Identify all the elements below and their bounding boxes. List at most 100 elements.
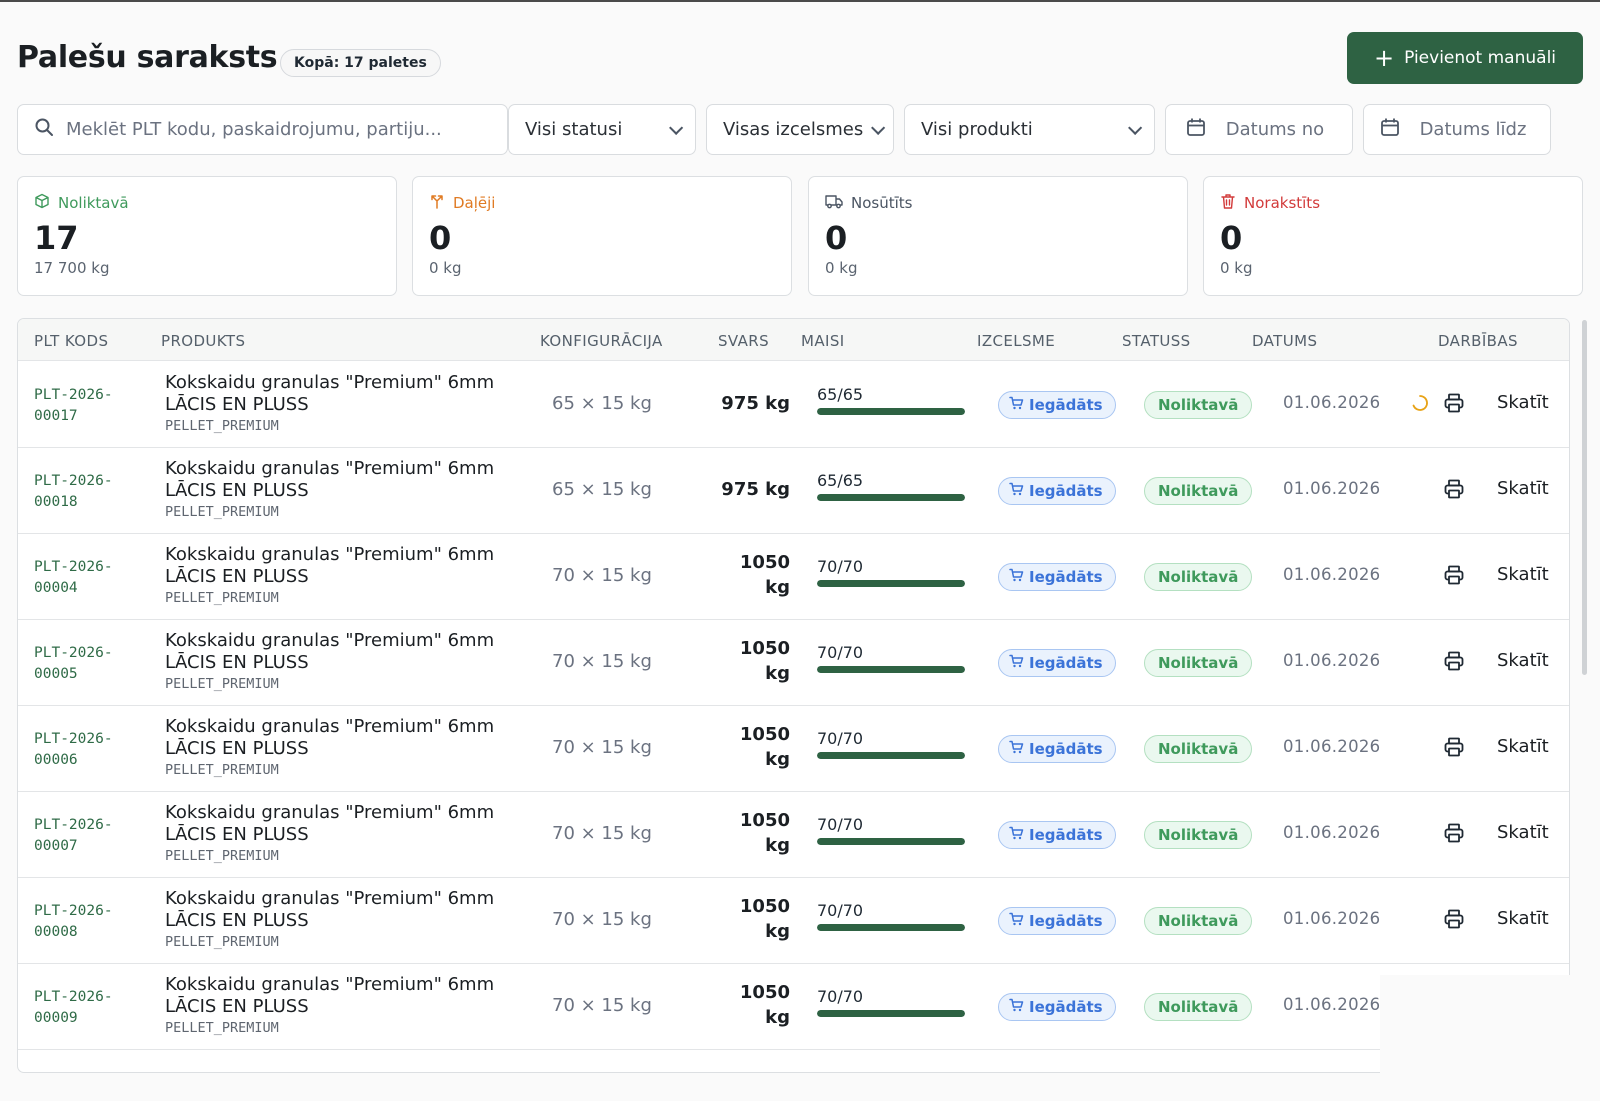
origin-badge: Iegādāts <box>998 993 1116 1021</box>
origin-badge: Iegādāts <box>998 907 1116 935</box>
date-to-placeholder: Datums līdz <box>1419 119 1527 140</box>
box-icon <box>34 193 50 213</box>
date: 01.06.2026 <box>1283 651 1381 670</box>
weight: 1050 kg <box>739 896 790 942</box>
pallet-code[interactable]: PLT-2026- 00007 <box>34 815 134 857</box>
bags-progress-fill <box>817 752 965 759</box>
print-icon[interactable] <box>1443 392 1465 418</box>
table-row[interactable]: PLT-2026- 00004 Kokskaidu granulas "Premi… <box>18 533 1569 620</box>
view-button[interactable]: Skatīt <box>1497 564 1549 585</box>
print-icon[interactable] <box>1443 564 1465 590</box>
add-manually-button[interactable]: + Pievienot manuāli <box>1347 32 1583 84</box>
table-row[interactable]: PLT-2026- 00005 Kokskaidu granulas "Premi… <box>18 619 1569 706</box>
bags-progress-fill <box>817 408 965 415</box>
pallet-code[interactable]: PLT-2026- 00004 <box>34 557 134 599</box>
product-name: Kokskaidu granulas "Premium" 6mm LĀCIS E… <box>165 974 495 1017</box>
product-code: PELLET_PREMIUM <box>165 418 279 434</box>
table-row[interactable]: PLT-2026- 00006 Kokskaidu granulas "Premi… <box>18 705 1569 792</box>
date-to-input[interactable]: Datums līdz <box>1363 104 1551 155</box>
print-icon[interactable] <box>1443 822 1465 848</box>
status-badge: Noliktavā <box>1144 477 1253 505</box>
origin-select[interactable]: Visas izcelsmes <box>706 104 894 155</box>
table-row[interactable]: PLT-2026- 00007 Kokskaidu granulas "Premi… <box>18 791 1569 878</box>
status-select[interactable]: Visi statusi <box>508 104 696 155</box>
view-button[interactable]: Skatīt <box>1497 908 1549 929</box>
cart-icon <box>1009 568 1024 586</box>
table-row[interactable]: PLT-2026- 00018 Kokskaidu granulas "Premi… <box>18 447 1569 534</box>
calendar-icon <box>1380 117 1400 142</box>
table-header: PLT KODS PRODUKTS KONFIGURĀCIJA SVARS MA… <box>18 319 1569 361</box>
pallet-code[interactable]: PLT-2026- 00018 <box>34 471 134 513</box>
status-badge: Noliktavā <box>1144 993 1253 1021</box>
page-title: Palešu saraksts <box>17 40 278 75</box>
configuration: 70 × 15 kg <box>552 995 652 1016</box>
bags-progress-bar <box>817 580 965 587</box>
search-input[interactable]: Meklēt PLT kodu, paskaidrojumu, partiju.… <box>17 104 508 155</box>
product-code: PELLET_PREMIUM <box>165 934 279 950</box>
date: 01.06.2026 <box>1283 737 1381 756</box>
stat-card-written-off[interactable]: Norakstīts 0 0 kg <box>1203 176 1583 296</box>
stat-card-partial[interactable]: Daļēji 0 0 kg <box>412 176 792 296</box>
bags-cell: 70/70 <box>817 729 967 759</box>
column-header-product[interactable]: PRODUKTS <box>161 332 245 350</box>
pallet-code[interactable]: PLT-2026- 00006 <box>34 729 134 771</box>
date: 01.06.2026 <box>1283 565 1381 584</box>
column-header-code[interactable]: PLT KODS <box>34 332 108 350</box>
split-icon <box>429 193 445 213</box>
column-header-status[interactable]: STATUSS <box>1122 332 1191 350</box>
view-button[interactable]: Skatīt <box>1497 822 1549 843</box>
bags-progress-bar <box>817 408 965 415</box>
table-row[interactable]: PLT-2026- 00008 Kokskaidu granulas "Premi… <box>18 877 1569 964</box>
product-cell: Kokskaidu granulas "Premium" 6mm LĀCIS E… <box>165 974 525 1036</box>
origin-badge: Iegādāts <box>998 391 1116 419</box>
table-row[interactable]: PLT-2026- 00017 Kokskaidu granulas "Premi… <box>18 361 1569 448</box>
print-icon[interactable] <box>1443 478 1465 504</box>
origin-badge: Iegādāts <box>998 563 1116 591</box>
product-code: PELLET_PREMIUM <box>165 848 279 864</box>
pallet-code[interactable]: PLT-2026- 00008 <box>34 901 134 943</box>
origin-badge: Iegādāts <box>998 735 1116 763</box>
table-row[interactable]: PLT-2026- 00009 Kokskaidu granulas "Premi… <box>18 963 1569 1050</box>
view-button[interactable]: Skatīt <box>1497 650 1549 671</box>
print-icon[interactable] <box>1443 908 1465 934</box>
search-icon <box>34 117 54 142</box>
bags-cell: 70/70 <box>817 643 967 673</box>
bags-progress-fill <box>817 666 965 673</box>
bags-progress-fill <box>817 580 965 587</box>
bags-count: 65/65 <box>817 471 864 490</box>
date: 01.06.2026 <box>1283 823 1381 842</box>
pallet-code[interactable]: PLT-2026- 00009 <box>34 987 134 1029</box>
calendar-icon <box>1186 117 1206 142</box>
stat-card-in-stock[interactable]: Noliktavā 17 17 700 kg <box>17 176 397 296</box>
bags-cell: 65/65 <box>817 471 967 501</box>
product-select[interactable]: Visi produkti <box>904 104 1155 155</box>
column-header-weight[interactable]: SVARS <box>718 332 769 350</box>
date-from-input[interactable]: Datums no <box>1165 104 1353 155</box>
stat-card-shipped[interactable]: Nosūtīts 0 0 kg <box>808 176 1188 296</box>
stat-value: 17 <box>34 219 79 257</box>
origin-label: Iegādāts <box>1029 568 1103 586</box>
pallet-code[interactable]: PLT-2026- 00005 <box>34 643 134 685</box>
vertical-scrollbar[interactable] <box>1582 320 1587 675</box>
weight: 1050 kg <box>739 982 790 1028</box>
column-header-date[interactable]: DATUMS <box>1252 332 1317 350</box>
stat-weight: 0 kg <box>1220 259 1253 277</box>
status-select-value: Visi statusi <box>525 119 623 140</box>
column-header-config[interactable]: KONFIGURĀCIJA <box>540 332 663 350</box>
origin-label: Iegādāts <box>1029 482 1103 500</box>
stat-label: Norakstīts <box>1244 194 1321 212</box>
bags-progress-bar <box>817 838 965 845</box>
date: 01.06.2026 <box>1283 479 1381 498</box>
print-icon[interactable] <box>1443 650 1465 676</box>
pallet-code[interactable]: PLT-2026- 00017 <box>34 385 134 427</box>
view-button[interactable]: Skatīt <box>1497 392 1549 413</box>
view-button[interactable]: Skatīt <box>1497 736 1549 757</box>
column-header-origin[interactable]: IZCELSME <box>977 332 1055 350</box>
cart-icon <box>1009 396 1024 414</box>
stat-weight: 17 700 kg <box>34 259 110 277</box>
print-icon[interactable] <box>1443 736 1465 762</box>
view-button[interactable]: Skatīt <box>1497 478 1549 499</box>
product-name: Kokskaidu granulas "Premium" 6mm LĀCIS E… <box>165 372 495 415</box>
trash-icon <box>1220 193 1236 213</box>
column-header-bags[interactable]: MAISI <box>801 332 845 350</box>
